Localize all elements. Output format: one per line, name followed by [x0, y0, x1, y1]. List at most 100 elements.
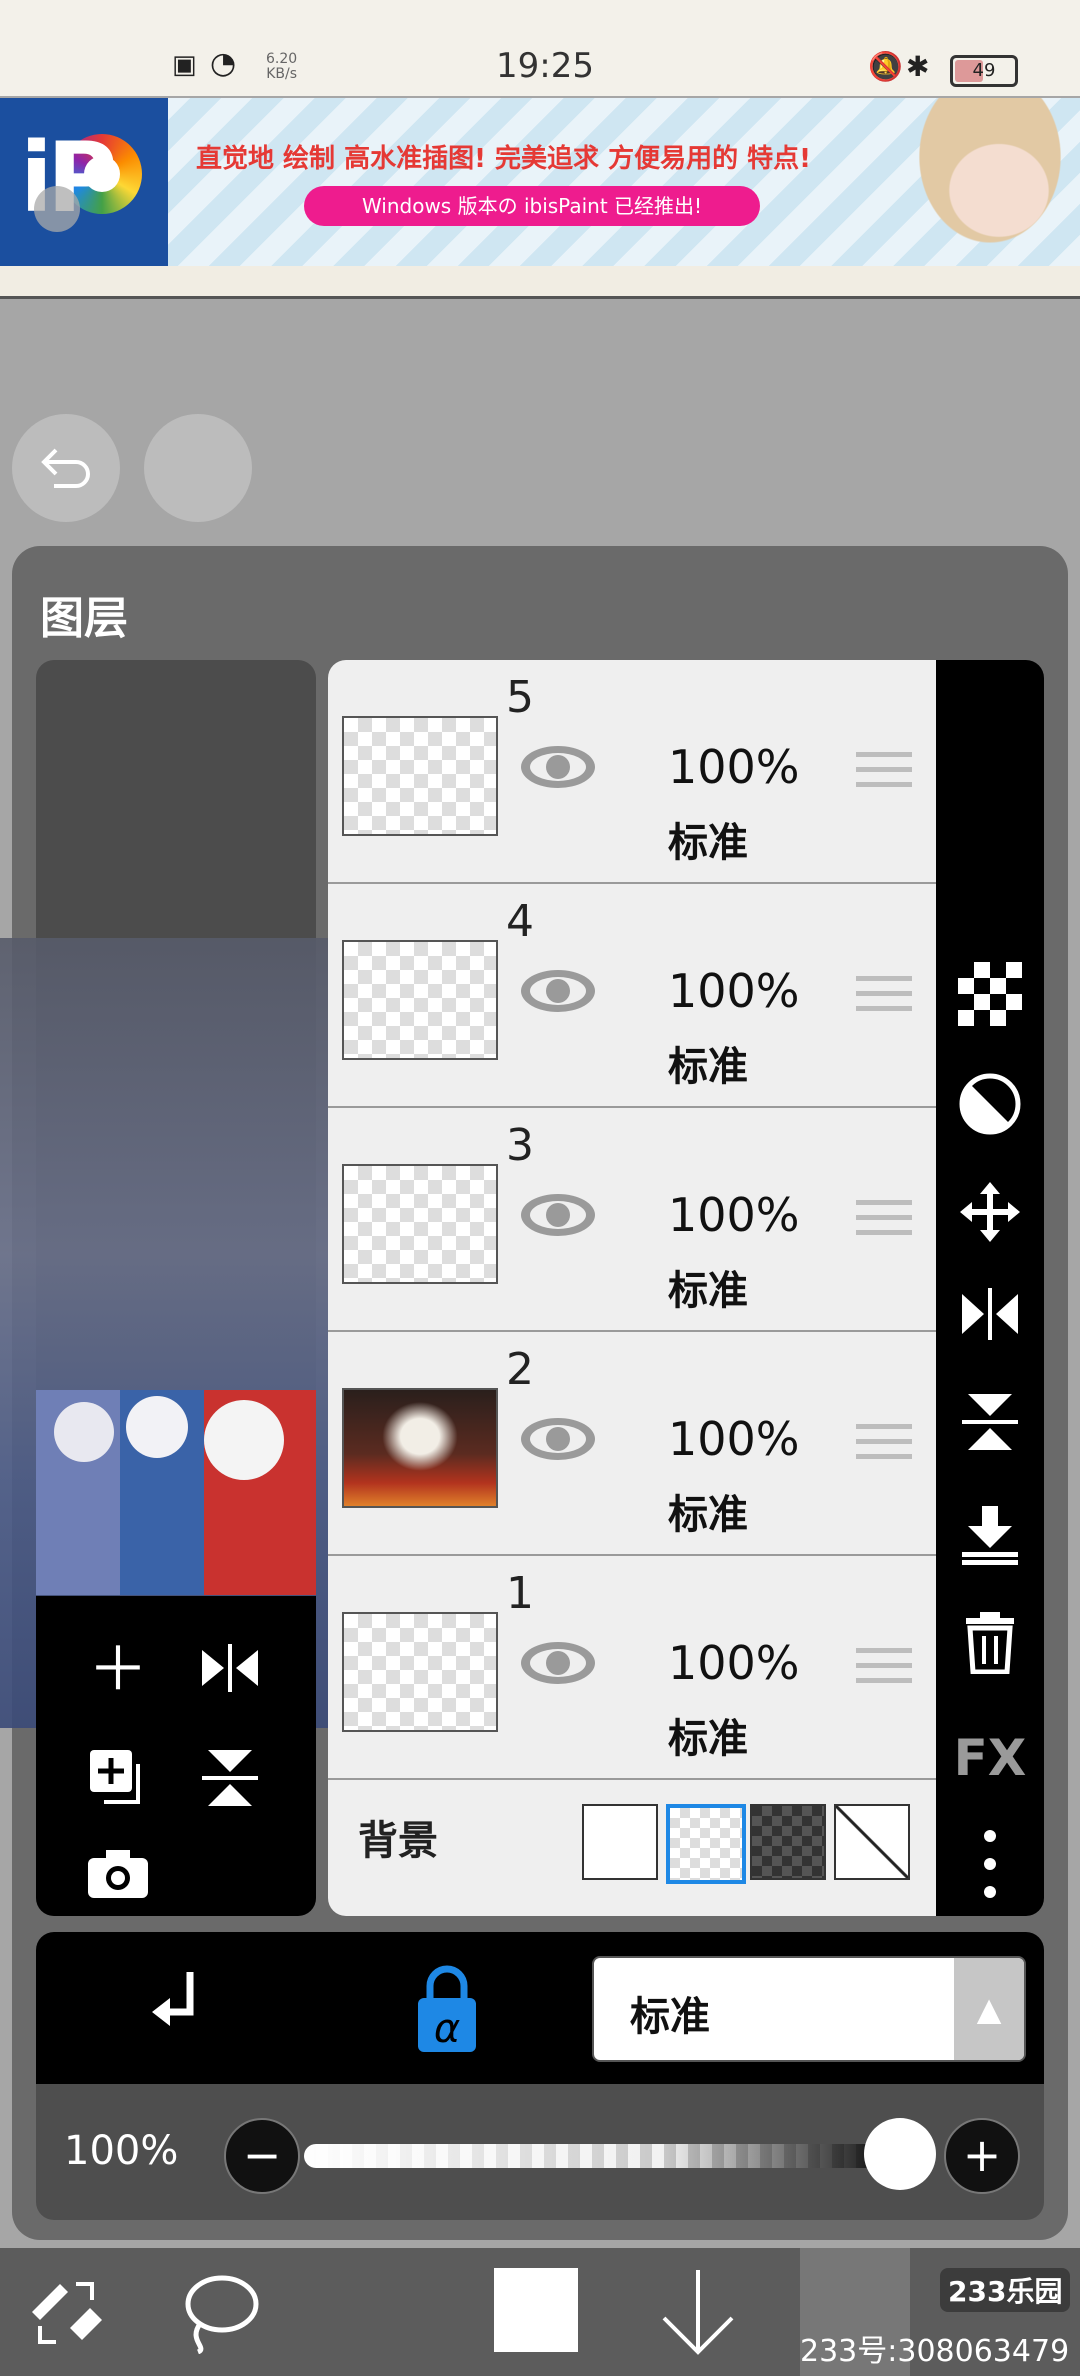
flip-horizontal-button[interactable]	[190, 1640, 270, 1706]
flip-vertical-icon[interactable]	[936, 1390, 1044, 1468]
copy-layer-icon	[90, 1750, 140, 1804]
arrow-down-icon[interactable]	[656, 2266, 740, 2358]
layer-number: 5	[506, 672, 534, 723]
trash-icon[interactable]	[936, 1610, 1044, 1688]
bg-none-swatch[interactable]	[834, 1804, 910, 1880]
layer-opacity: 100%	[668, 964, 800, 1018]
layer-blend-mode: 标准	[668, 820, 748, 866]
add-layer-button[interactable]: ＋	[78, 1640, 158, 1700]
watermark-logo: 233乐园	[940, 2268, 1071, 2312]
visibility-eye-icon[interactable]	[518, 1190, 598, 1240]
copy-layer-button[interactable]	[78, 1746, 158, 1820]
selected-layer-thumbnail	[36, 1390, 316, 1595]
current-color-swatch[interactable]	[494, 2268, 578, 2352]
fx-icon[interactable]: FX	[936, 1726, 1044, 1790]
ibispaint-logo: iP	[0, 98, 168, 266]
undo-icon	[41, 448, 90, 488]
layer-number: 1	[506, 1568, 534, 1619]
opacity-slider[interactable]	[304, 2144, 904, 2168]
bg-dark-swatch[interactable]	[750, 1804, 826, 1880]
layer-thumbnail	[342, 1612, 498, 1732]
opacity-value: 100%	[64, 2128, 179, 2174]
status-bar: ▣ ◔ 6.20 KB/s 19:25 🔕 ✱ 49	[0, 0, 1080, 96]
flip-horizontal-icon[interactable]	[936, 1286, 1044, 1356]
layer-thumbnail	[342, 1164, 498, 1284]
drag-handle-icon[interactable]	[856, 1200, 912, 1248]
layer-thumbnail	[342, 940, 498, 1060]
layer-row[interactable]: 5 100% 标准	[328, 660, 936, 884]
bluetooth-icon: ✱	[906, 50, 930, 83]
wifi-icon: ◔	[210, 46, 237, 81]
lasso-icon[interactable]	[178, 2270, 262, 2354]
layer-opacity: 100%	[668, 1636, 800, 1690]
invert-icon[interactable]	[936, 1072, 1044, 1150]
undo-button[interactable]	[12, 414, 120, 522]
layer-number: 4	[506, 896, 534, 947]
drag-handle-icon[interactable]	[856, 976, 912, 1024]
bottom-toolbar: 233乐园 233号:308063479	[0, 2248, 1080, 2376]
flip-vertical-icon	[202, 1750, 258, 1806]
mute-icon: 🔕	[868, 50, 903, 83]
blend-mode-select[interactable]: 标准 ▲	[592, 1956, 1026, 2062]
layer-row[interactable]: 3 100% 标准	[328, 1108, 936, 1332]
merge-down-icon[interactable]	[936, 1502, 1044, 1580]
battery-icon: 49	[950, 55, 1018, 87]
blend-mode-value: 标准	[630, 1994, 710, 2040]
alpha-lock-button[interactable]: α	[416, 1960, 478, 2056]
layer-opacity: 100%	[668, 1412, 800, 1466]
ad-separator	[0, 266, 1080, 299]
flip-vertical-button[interactable]	[190, 1746, 270, 1820]
ad-subline: Windows 版本の ibisPaint 已经推出!	[304, 186, 760, 226]
drag-handle-icon[interactable]	[856, 1424, 912, 1472]
notification-icon: ▣	[172, 50, 197, 80]
camera-button[interactable]	[78, 1848, 158, 1910]
layer-actions-strip: FX	[936, 660, 1044, 1916]
alpha-lock-label: α	[433, 2006, 461, 2052]
layer-blend-mode: 标准	[668, 1716, 748, 1762]
checker-icon[interactable]	[936, 962, 1044, 1040]
tool-switch-icon[interactable]	[26, 2272, 106, 2352]
layer-row[interactable]: 4 100% 标准	[328, 884, 936, 1108]
layer-number: 2	[506, 1344, 534, 1395]
opacity-bar: 100% − +	[36, 2084, 1044, 2220]
layer-thumbnail	[342, 716, 498, 836]
move-icon[interactable]	[936, 1180, 1044, 1258]
visibility-eye-icon[interactable]	[518, 1414, 598, 1464]
panel-title: 图层	[40, 593, 128, 644]
opacity-slider-thumb[interactable]	[864, 2118, 936, 2190]
layer-blend-mode: 标准	[668, 1268, 748, 1314]
ad-banner[interactable]: iP 直觉地 绘制 高水准插图! 完美追求 方便易用的 特点! Windows …	[0, 98, 1080, 266]
layer-blend-mode: 标准	[668, 1044, 748, 1090]
net-speed: 6.20 KB/s	[266, 51, 298, 82]
drag-handle-icon[interactable]	[856, 752, 912, 800]
layer-opacity: 100%	[668, 1188, 800, 1242]
redo-button[interactable]	[144, 414, 252, 522]
watermark-text: 233号:308063479	[800, 2334, 1070, 2369]
layer-tools: ＋	[36, 1596, 316, 1916]
layer-row[interactable]: 2 100% 标准	[328, 1332, 936, 1556]
ad-illustration	[900, 98, 1080, 266]
background-label: 背景	[358, 1818, 438, 1864]
bg-transparent-swatch[interactable]	[666, 1804, 746, 1884]
opacity-minus-button[interactable]: −	[224, 2118, 300, 2194]
visibility-eye-icon[interactable]	[518, 966, 598, 1016]
blend-mode-bar: α 标准 ▲	[36, 1932, 1044, 2084]
layer-thumbnail	[342, 1388, 498, 1508]
bg-white-swatch[interactable]	[582, 1804, 658, 1880]
flip-horizontal-icon	[202, 1644, 258, 1692]
background-row: 背景	[328, 1770, 936, 1916]
opacity-plus-button[interactable]: +	[944, 2118, 1020, 2194]
dropdown-arrow-icon[interactable]: ▲	[954, 1958, 1024, 2060]
clock: 19:25	[496, 46, 594, 86]
drag-handle-icon[interactable]	[856, 1648, 912, 1696]
visibility-eye-icon[interactable]	[518, 742, 598, 792]
more-icon[interactable]	[936, 1828, 1044, 1914]
layer-opacity: 100%	[668, 740, 800, 794]
visibility-eye-icon[interactable]	[518, 1638, 598, 1688]
clipping-arrow-icon[interactable]	[144, 1968, 208, 2040]
battery-level: 49	[972, 60, 996, 81]
layer-number: 3	[506, 1120, 534, 1171]
camera-icon	[88, 1850, 148, 1898]
layer-list: 5 100% 标准 4 100% 标准 3 100% 标准 2 100% 标准 …	[328, 660, 936, 1916]
layer-row[interactable]: 1 100% 标准	[328, 1556, 936, 1780]
